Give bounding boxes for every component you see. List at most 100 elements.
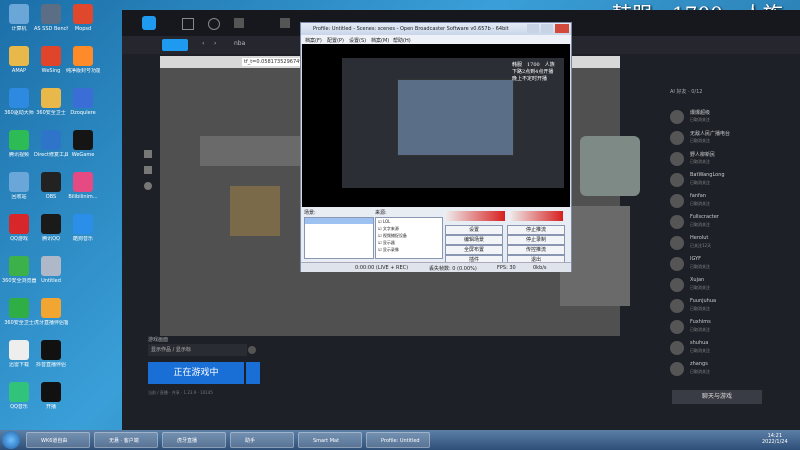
taskbar-item[interactable]: WK6道自由 [26, 432, 90, 448]
desktop-icon[interactable]: OBS [34, 172, 68, 200]
desktop-icon[interactable]: 腾讯视频 [2, 130, 36, 158]
friend-list-item[interactable]: fanfan 已取消关注 [670, 192, 790, 212]
friend-list-item[interactable]: 野人柳新民 已取消关注 [670, 150, 790, 170]
download-icon[interactable] [144, 166, 152, 174]
desktop-icon[interactable]: 回收站 [2, 172, 36, 200]
mic-volume-meter[interactable] [509, 211, 563, 221]
live-status-button[interactable]: 正在游戏中 [148, 362, 244, 384]
obs-menu-item[interactable]: 档案(F) [305, 37, 322, 44]
friend-status: 已取消关注 [690, 201, 710, 206]
desktop-icon[interactable]: 开播 [34, 382, 68, 410]
cart-icon[interactable] [144, 150, 152, 158]
desktop-icon-label: WeSing [41, 68, 61, 74]
friend-list-item[interactable]: BatWangLong 已取消关注 [670, 171, 790, 191]
friend-list-item[interactable]: shuhua 已取消关注 [670, 339, 790, 359]
desktop-icon[interactable]: AMAP [2, 46, 36, 74]
desktop-icon[interactable]: WeSing [34, 46, 68, 74]
source-item[interactable]: ☑ LOL [376, 218, 442, 225]
taskbar-item[interactable]: Profile: Untitled [366, 432, 430, 448]
nav-home-icon[interactable] [182, 18, 194, 30]
source-item[interactable]: ☑ 文字来源 [376, 225, 442, 232]
taskbar-item[interactable]: 无悬 · 客户端 [94, 432, 158, 448]
clock: 14:21 2022/1/24 [762, 433, 788, 445]
desktop-icon[interactable]: QQ音乐 [2, 382, 36, 410]
desktop-icon[interactable]: 360驱动大师 [2, 88, 36, 116]
friend-name: BatWangLong [690, 172, 725, 178]
source-label: 视频捕捉设备 [382, 233, 407, 238]
obs-menu-item[interactable]: 档案(M) [371, 37, 389, 44]
friend-list-item[interactable]: Fuunjuhua 已取消关注 [670, 297, 790, 317]
start-button[interactable] [2, 431, 20, 449]
app-icon [9, 4, 29, 24]
desktop-icon[interactable]: 迅雷下载 [2, 340, 36, 368]
desktop-volume-meter[interactable] [445, 211, 505, 221]
app-icon [41, 214, 61, 234]
desktop-icon[interactable]: QQ游戏 [2, 214, 36, 242]
friend-list-item[interactable]: Fuxhims 已取消关注 [670, 318, 790, 338]
desktop-icon[interactable]: 360安全卫士 [2, 298, 36, 326]
obs-button[interactable]: 全屏布置 [445, 245, 503, 255]
settings-gear-icon[interactable] [246, 362, 260, 384]
friend-list-item[interactable]: 无敌人民广播电台 已取消关注 [670, 129, 790, 149]
desktop-icon[interactable]: 虎牙直播伴侣客户端 [34, 298, 68, 326]
desktop-icon[interactable]: Untitled [34, 256, 68, 284]
taskbar-item[interactable]: Smart Mat [298, 432, 362, 448]
desktop-icon-label: Untitled [41, 278, 61, 284]
friend-list-item[interactable]: Xujan 已取消关注 [670, 276, 790, 296]
tab-label[interactable]: nba [234, 40, 245, 47]
close-button[interactable] [555, 24, 569, 33]
desktop-icon[interactable]: 纯净版封号功能 [66, 46, 100, 74]
nav-grid-icon[interactable] [280, 18, 290, 28]
obs-menu-item[interactable]: 帮助(H) [393, 37, 411, 44]
desktop-icon[interactable]: Mopsd [66, 4, 100, 32]
app-icon [9, 172, 29, 192]
nav-search-icon[interactable] [208, 18, 220, 30]
desktop-icon[interactable]: 腾讯QQ [34, 214, 68, 242]
desktop-icon[interactable]: 酷狗音乐 [66, 214, 100, 242]
app-icon [41, 46, 61, 66]
desktop-icon-label: Dzoqulere [70, 110, 96, 116]
obs-button[interactable]: 停止推流 [507, 225, 565, 235]
source-item[interactable]: ☑ 显示器 [376, 239, 442, 246]
desktop-icon[interactable]: 抖音直播伴侣 [34, 340, 68, 368]
source-item[interactable]: ☑ 视频捕捉设备 [376, 232, 442, 239]
scene-item-selected[interactable] [305, 218, 373, 224]
nav-back-icon[interactable]: ‹ [202, 40, 204, 47]
nav-forward-icon[interactable]: › [214, 40, 216, 47]
source-item[interactable]: ☑ 显示录像 [376, 246, 442, 253]
maximize-button[interactable] [541, 24, 553, 33]
friend-list-item[interactable]: zhangs 已取消关注 [670, 360, 790, 380]
friend-list-item[interactable]: Fullscracter 已取消关注 [670, 213, 790, 233]
desktop-icon[interactable]: 360安全卫士 [34, 88, 68, 116]
friend-name: Fuunjuhua [690, 298, 717, 304]
taskbar-item[interactable]: 助手 [230, 432, 294, 448]
sources-list[interactable]: ☑ LOL ☑ 文字来源 ☑ 视频捕捉设备 ☑ 显示器 ☑ 显示录像 [375, 217, 443, 259]
obs-menu-item[interactable]: 设置(S) [349, 37, 366, 44]
minimize-button[interactable] [527, 24, 539, 33]
desktop-icon-label: OBS [45, 194, 57, 200]
desktop-icon[interactable]: Direct修复工具 [34, 130, 68, 158]
nav-crown-icon[interactable] [234, 18, 244, 28]
desktop-icon[interactable]: 360安全浏览器 [2, 256, 36, 284]
friend-list-item[interactable]: 爆爆超级 已取消关注 [670, 108, 790, 128]
desktop-icon-label: 计算机 [11, 26, 27, 32]
obs-menu-item[interactable]: 配置(P) [327, 37, 344, 44]
obs-button[interactable]: 编辑场景 [445, 235, 503, 245]
friend-list-item[interactable]: Herolut 已关注12天 [670, 234, 790, 254]
dropdown-toggle-icon[interactable] [248, 346, 256, 354]
obs-button[interactable]: 传控推流 [507, 245, 565, 255]
desktop-icon[interactable]: 计算机 [2, 4, 36, 32]
desktop-icon[interactable]: WeGame [66, 130, 100, 158]
desktop-icon[interactable]: AS SSD Benchmark [34, 4, 68, 32]
desktop-icon[interactable]: Bilibilinim... [66, 172, 100, 200]
display-dropdown[interactable]: 显示作品 / 显示标 [148, 344, 247, 356]
desktop-icon[interactable]: Dzoqulere [66, 88, 100, 116]
obs-button[interactable]: 设置 [445, 225, 503, 235]
friend-list-item[interactable]: IGYF 已取消关注 [670, 255, 790, 275]
obs-button[interactable]: 停止录制 [507, 235, 565, 245]
scenes-list[interactable] [304, 217, 374, 259]
taskbar-item[interactable]: 虎牙直播 [162, 432, 226, 448]
chat-game-button[interactable]: 聊天与游戏 [672, 390, 762, 404]
avatar [670, 173, 684, 187]
info-icon[interactable] [144, 182, 152, 190]
